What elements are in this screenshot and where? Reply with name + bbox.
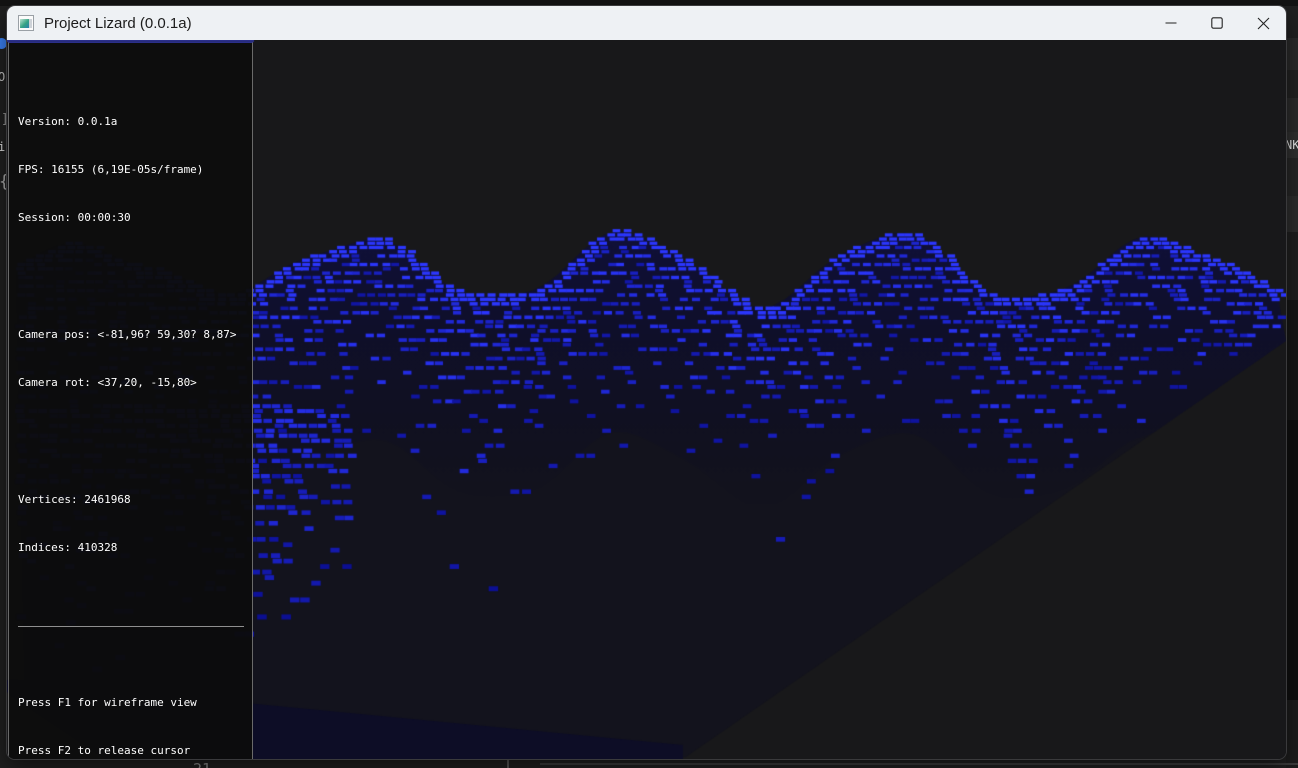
background-text-fragment: O: [0, 70, 5, 84]
background-text-fragment: 21: [193, 760, 211, 768]
background-panel: [1286, 300, 1298, 420]
viewport[interactable]: Version: 0.0.1a FPS: 16155 (6,19E-05s/fr…: [7, 40, 1286, 759]
overlay-hint-f1: Press F1 for wireframe view: [18, 695, 244, 711]
minimize-icon: [1165, 17, 1177, 29]
overlay-group-camera: Camera pos: <-81,96? 59,30? 8,87> Camera…: [18, 295, 244, 423]
app-icon: [18, 15, 34, 31]
close-button[interactable]: [1240, 6, 1286, 40]
overlay-indices: Indices: 410328: [18, 540, 244, 556]
overlay-group-mesh: Vertices: 2461968 Indices: 410328: [18, 460, 244, 588]
overlay-hint-f2: Press F2 to release cursor: [18, 743, 244, 759]
maximize-icon: [1211, 17, 1223, 29]
background-panel: [1286, 196, 1298, 232]
app-window: Project Lizard (0.0.1a): [7, 6, 1286, 759]
overlay-vertices: Vertices: 2461968: [18, 492, 244, 508]
minimize-button[interactable]: [1148, 6, 1194, 40]
overlay-version: Version: 0.0.1a: [18, 114, 244, 130]
background-panel: [1286, 232, 1298, 300]
background-divider-line: [540, 763, 1298, 765]
background-blue-dot-icon: [0, 38, 7, 49]
overlay-fps: FPS: 16155 (6,19E-05s/frame): [18, 162, 244, 178]
background-panel: [1286, 700, 1298, 768]
background-panel: [1286, 420, 1298, 700]
background-panel: [1286, 70, 1298, 98]
background-panel: [1286, 98, 1298, 132]
overlay-divider: [18, 626, 244, 627]
maximize-button[interactable]: [1194, 6, 1240, 40]
background-divider-tick: [507, 759, 509, 768]
overlay-camera-rot: Camera rot: <37,20, -15,80>: [18, 375, 244, 391]
title-bar[interactable]: Project Lizard (0.0.1a): [7, 6, 1286, 40]
debug-overlay: Version: 0.0.1a FPS: 16155 (6,19E-05s/fr…: [8, 42, 253, 759]
window-title: Project Lizard (0.0.1a): [44, 15, 192, 32]
screen: O ] iz { NK 21 Project Lizard (0.0.1a): [0, 0, 1298, 768]
overlay-group-app: Version: 0.0.1a FPS: 16155 (6,19E-05s/fr…: [18, 82, 244, 258]
background-panel: [1286, 158, 1298, 196]
app-icon-pane: [29, 19, 32, 28]
overlay-camera-pos: Camera pos: <-81,96? 59,30? 8,87>: [18, 327, 244, 343]
overlay-group-hints: Press F1 for wireframe view Press F2 to …: [18, 663, 244, 759]
app-icon-glass: [20, 19, 29, 28]
caption-buttons: [1148, 6, 1286, 40]
background-text-fragment: NK: [1285, 138, 1298, 152]
close-icon: [1257, 17, 1270, 30]
background-panel: [1286, 38, 1298, 70]
overlay-session: Session: 00:00:30: [18, 210, 244, 226]
